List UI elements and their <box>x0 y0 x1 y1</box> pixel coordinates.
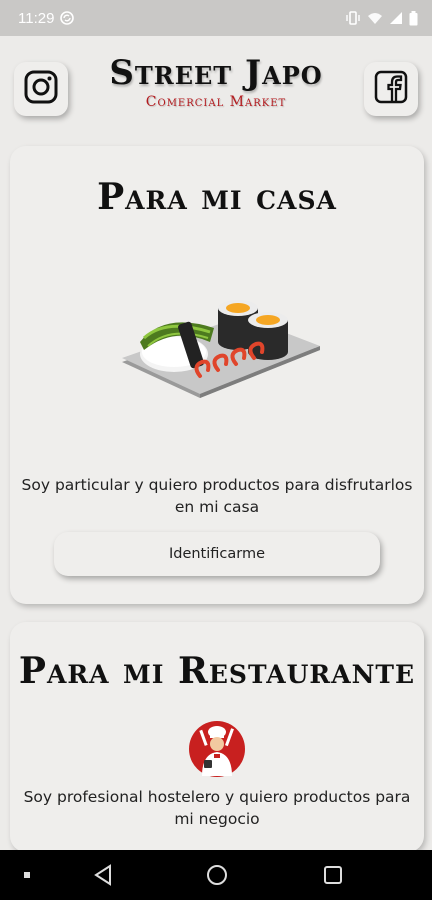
vibrate-icon <box>345 11 361 25</box>
back-icon[interactable] <box>92 864 114 886</box>
status-right <box>345 10 418 26</box>
chef-illustration <box>189 721 245 777</box>
sync-icon <box>60 11 75 25</box>
instagram-icon <box>24 70 58 108</box>
status-bar: 11:29 <box>0 0 432 36</box>
facebook-button[interactable] <box>364 62 418 116</box>
home-card-description: Soy particular y quiero productos para d… <box>21 476 413 516</box>
restaurant-card-title: Para mi Restaurante <box>18 650 416 692</box>
wifi-icon <box>367 11 383 25</box>
restaurant-card-description: Soy profesional hostelero y quiero produ… <box>23 788 411 828</box>
header: Street Japo Comercial Market <box>0 36 432 140</box>
restaurant-card[interactable]: Para mi Restaurante Soy profesional host… <box>10 622 424 852</box>
home-card[interactable]: Para mi casa Soy particular y quiero pro… <box>10 146 424 604</box>
instagram-button[interactable] <box>14 62 68 116</box>
brand-logo: Street Japo Comercial Market <box>100 54 332 110</box>
status-left: 11:29 <box>18 9 75 27</box>
menu-dot-icon[interactable] <box>22 870 32 880</box>
identify-button[interactable]: Identificarme <box>54 532 380 576</box>
recents-icon[interactable] <box>322 864 344 886</box>
status-time: 11:29 <box>18 9 55 27</box>
sushi-plate-illustration <box>122 300 320 398</box>
facebook-icon <box>374 70 408 108</box>
signal-icon <box>389 11 403 25</box>
home-card-title: Para mi casa <box>97 176 337 218</box>
brand-title: Street Japo <box>109 53 323 93</box>
navigation-bar <box>0 850 432 900</box>
home-icon[interactable] <box>206 864 228 886</box>
brand-subtitle: Comercial Market <box>145 94 287 110</box>
battery-icon <box>409 10 418 26</box>
